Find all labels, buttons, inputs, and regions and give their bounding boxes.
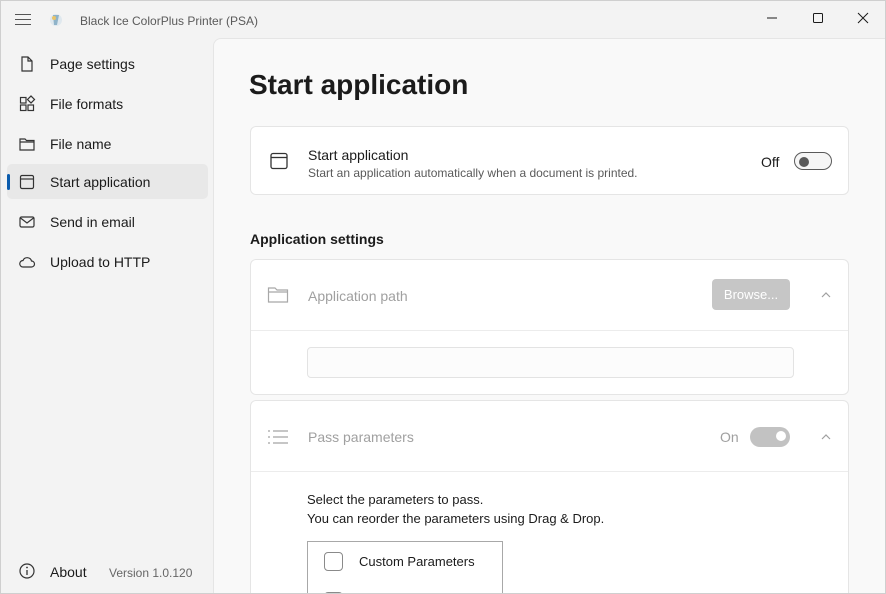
title-bar: Black Ice ColorPlus Printer (PSA) <box>1 1 885 38</box>
sidebar: Page settings File formats File name Sta… <box>1 38 213 593</box>
mail-icon <box>19 216 35 228</box>
start-application-description: Start an application automatically when … <box>308 166 638 180</box>
sidebar-item-label: Page settings <box>50 56 135 72</box>
grid-icon <box>19 95 36 112</box>
folder-icon <box>19 138 35 151</box>
section-heading: Application settings <box>250 231 384 247</box>
hamburger-menu-icon[interactable] <box>15 14 31 26</box>
divider <box>251 471 848 472</box>
minimize-icon <box>767 17 777 19</box>
folder-icon <box>267 287 289 303</box>
sidebar-item-start-application[interactable]: Start application <box>7 164 208 199</box>
chevron-up-icon[interactable] <box>820 431 832 443</box>
application-path-card: Application path Browse... <box>250 259 849 395</box>
toggle-state-label: Off <box>761 154 780 170</box>
window-icon <box>270 152 288 170</box>
start-application-toggle[interactable] <box>794 152 832 170</box>
parameter-list[interactable]: Custom Parameters <box>307 541 503 593</box>
instruction-text: You can reorder the parameters using Dra… <box>307 511 605 526</box>
cloud-icon <box>19 257 36 268</box>
pass-parameters-toggle[interactable] <box>750 427 790 447</box>
page-icon <box>21 56 33 72</box>
sidebar-item-label: Upload to HTTP <box>50 254 151 270</box>
about-label: About <box>50 564 87 580</box>
sidebar-item-label: Start application <box>50 174 151 190</box>
window-icon <box>19 174 35 190</box>
maximize-button[interactable] <box>795 1 841 35</box>
sidebar-item-file-name[interactable]: File name <box>7 126 208 161</box>
minimize-button[interactable] <box>749 1 795 35</box>
application-path-title: Application path <box>308 288 408 304</box>
app-window: Black Ice ColorPlus Printer (PSA) Page s… <box>0 0 886 594</box>
maximize-icon <box>813 13 823 23</box>
start-application-card: Start application Start an application a… <box>250 126 849 195</box>
active-indicator <box>7 174 10 190</box>
page-title: Start application <box>249 69 469 100</box>
toggle-knob <box>776 431 786 441</box>
sidebar-item-about[interactable]: About Version 1.0.120 <box>7 557 208 587</box>
sidebar-item-upload-to-http[interactable]: Upload to HTTP <box>7 244 208 279</box>
main-content: Start application Start application Star… <box>213 38 885 593</box>
sidebar-item-label: File formats <box>50 96 124 112</box>
pass-parameters-card: Pass parameters On Select the parameters… <box>250 400 849 593</box>
sidebar-item-label: Send in email <box>50 214 135 230</box>
info-icon <box>19 563 35 579</box>
pass-parameters-title: Pass parameters <box>308 429 414 445</box>
browse-button[interactable]: Browse... <box>712 279 790 310</box>
toggle-knob <box>799 157 809 167</box>
close-icon <box>857 12 869 24</box>
sidebar-item-label: File name <box>50 136 112 152</box>
divider <box>251 330 848 331</box>
app-logo-icon <box>50 14 62 26</box>
chevron-up-icon[interactable] <box>820 289 832 301</box>
sidebar-item-file-formats[interactable]: File formats <box>7 86 208 121</box>
sidebar-item-send-in-email[interactable]: Send in email <box>7 204 208 239</box>
toggle-state-label: On <box>720 429 739 445</box>
close-button[interactable] <box>840 1 885 35</box>
list-icon <box>268 430 288 444</box>
window-title: Black Ice ColorPlus Printer (PSA) <box>80 14 259 28</box>
sidebar-item-page-settings[interactable]: Page settings <box>7 46 208 81</box>
instruction-text: Select the parameters to pass. <box>307 492 484 507</box>
start-application-title: Start application <box>308 147 409 163</box>
custom-parameters-checkbox[interactable] <box>324 552 343 571</box>
version-text: Version 1.0.120 <box>109 566 193 580</box>
application-path-input[interactable] <box>307 347 794 378</box>
parameter-label: Custom Parameters <box>359 554 475 569</box>
